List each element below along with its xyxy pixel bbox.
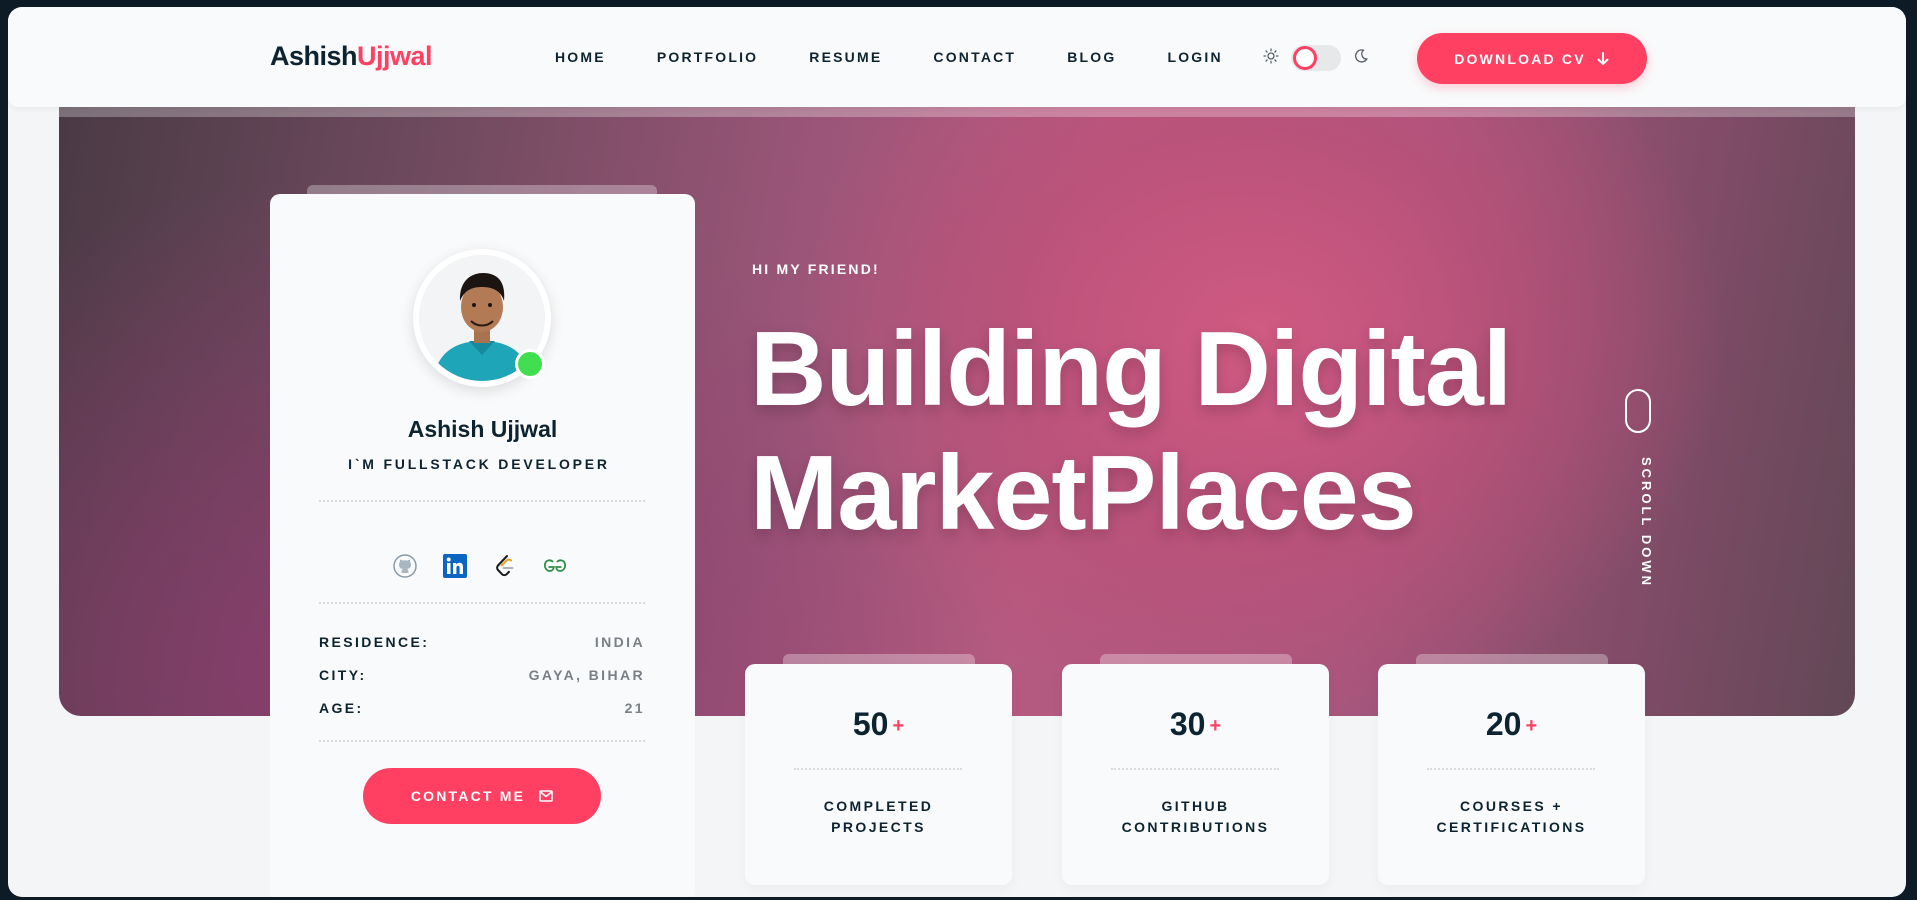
- nav-contact[interactable]: CONTACT: [933, 47, 1016, 67]
- info-value: INDIA: [594, 634, 645, 650]
- hero-headline-line1: Building Digital: [750, 310, 1512, 428]
- stat-value: 30: [1169, 706, 1206, 742]
- logo-last-name: Ujjwal: [357, 41, 433, 71]
- stat-card-courses: 20 + COURSES + CERTIFICATIONS: [1378, 664, 1645, 885]
- info-key: AGE:: [319, 700, 364, 716]
- github-icon[interactable]: [390, 551, 420, 581]
- info-row-residence: RESIDENCE: INDIA: [319, 634, 645, 650]
- stat-card-github: 30 + GITHUB CONTRIBUTIONS: [1062, 664, 1329, 885]
- stat-value: 50: [852, 706, 889, 742]
- contact-me-button[interactable]: CONTACT ME: [363, 768, 601, 824]
- hero-headline: Building Digital MarketPlaces: [750, 307, 1512, 555]
- linkedin-icon[interactable]: [440, 551, 470, 581]
- avatar-frame: [413, 249, 551, 387]
- divider: [794, 768, 962, 770]
- theme-switcher: [1263, 45, 1369, 71]
- hero-top-strip: [59, 107, 1855, 117]
- profile-card: Ashish Ujjwal I`M FULLSTACK DEVELOPER RE…: [270, 194, 695, 897]
- stat-suffix: +: [892, 715, 905, 738]
- divider: [319, 500, 645, 502]
- info-key: CITY:: [319, 667, 367, 683]
- theme-toggle-knob: [1293, 46, 1317, 70]
- stat-label: GITHUB CONTRIBUTIONS: [1082, 796, 1309, 838]
- scroll-down-label[interactable]: SCROLL DOWN: [1639, 457, 1654, 588]
- envelope-icon: [539, 790, 553, 802]
- online-status-dot: [515, 349, 545, 379]
- stat-label: COURSES + CERTIFICATIONS: [1398, 796, 1625, 838]
- info-row-age: AGE: 21: [319, 700, 645, 716]
- profile-name: Ashish Ujjwal: [407, 416, 558, 442]
- sun-icon: [1263, 47, 1279, 69]
- site-header: AshishUjjwal HOME PORTFOLIO RESUME CONTA…: [8, 7, 1906, 107]
- arrow-down-icon: [1596, 51, 1610, 66]
- leetcode-icon[interactable]: [490, 551, 520, 581]
- hero-headline-line2: MarketPlaces: [750, 434, 1417, 552]
- stat-label-line: CONTRIBUTIONS: [1121, 819, 1270, 835]
- geeksforgeeks-icon[interactable]: [540, 551, 570, 581]
- download-cv-button[interactable]: DOWNLOAD CV: [1417, 33, 1647, 84]
- stat-card-projects: 50 + COMPLETED PROJECTS: [745, 664, 1012, 885]
- site-logo[interactable]: AshishUjjwal: [270, 41, 433, 72]
- social-links: [390, 551, 590, 581]
- nav-portfolio[interactable]: PORTFOLIO: [657, 47, 758, 67]
- stat-suffix: +: [1525, 715, 1538, 738]
- info-value: GAYA, BIHAR: [528, 667, 645, 683]
- logo-first-name: Ashish: [270, 41, 358, 71]
- divider: [319, 740, 645, 742]
- page-frame: AshishUjjwal HOME PORTFOLIO RESUME CONTA…: [8, 7, 1906, 897]
- divider: [1427, 768, 1595, 770]
- divider: [1111, 768, 1279, 770]
- stat-label-line: COURSES +: [1460, 798, 1563, 814]
- stat-value-wrap: 50 +: [745, 706, 1012, 743]
- nav-home[interactable]: HOME: [555, 47, 606, 67]
- info-value: 21: [624, 700, 645, 716]
- stat-value: 20: [1485, 706, 1522, 742]
- divider: [319, 602, 645, 604]
- theme-toggle[interactable]: [1291, 45, 1341, 71]
- stat-label-line: CERTIFICATIONS: [1436, 819, 1587, 835]
- stat-label-line: GITHUB: [1161, 798, 1230, 814]
- moon-icon: [1353, 48, 1369, 69]
- stat-value-wrap: 30 +: [1062, 706, 1329, 743]
- stat-label: COMPLETED PROJECTS: [765, 796, 992, 838]
- stat-label-line: COMPLETED: [823, 798, 934, 814]
- nav-resume[interactable]: RESUME: [809, 47, 882, 67]
- info-key: RESIDENCE:: [319, 634, 430, 650]
- nav-blog[interactable]: BLOG: [1067, 47, 1116, 67]
- info-row-city: CITY: GAYA, BIHAR: [319, 667, 645, 683]
- nav-login[interactable]: LOGIN: [1167, 47, 1222, 67]
- download-cv-label: DOWNLOAD CV: [1454, 50, 1586, 67]
- scroll-mouse-icon[interactable]: [1625, 389, 1651, 433]
- stat-value-wrap: 20 +: [1378, 706, 1645, 743]
- hero-kicker: HI MY FRIEND!: [752, 261, 880, 277]
- stat-label-line: PROJECTS: [831, 819, 926, 835]
- stat-suffix: +: [1209, 715, 1222, 738]
- contact-me-label: CONTACT ME: [410, 788, 526, 804]
- main-nav: HOME PORTFOLIO RESUME CONTACT BLOG LOGIN: [555, 47, 1274, 67]
- profile-role: I`M FULLSTACK DEVELOPER: [348, 456, 610, 472]
